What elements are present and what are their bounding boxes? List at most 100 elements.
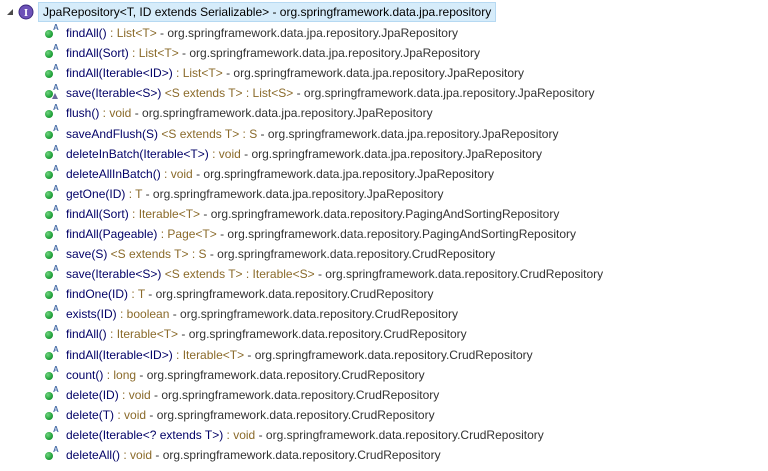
- public-method-icon: A: [44, 103, 60, 121]
- method-row[interactable]: A save(Iterable<S>) <S extends T> : List…: [0, 83, 768, 103]
- method-row[interactable]: A findAll(Sort) : List<T> - org.springfr…: [0, 43, 768, 63]
- method-declaring-type: - org.springframework.data.repository.Cr…: [144, 287, 434, 302]
- method-name: count(): [66, 367, 104, 382]
- method-row[interactable]: A delete(ID) : void - org.springframewor…: [0, 385, 768, 405]
- abstract-marker-icon: A: [53, 304, 59, 314]
- method-row[interactable]: A findAll(Pageable) : Page<T> - org.spri…: [0, 224, 768, 244]
- public-method-icon: A: [44, 344, 60, 363]
- method-declaring-type: - org.springframework.data.jpa.repositor…: [131, 106, 433, 121]
- method-declaring-type: - org.springframework.data.repository.Cr…: [169, 307, 458, 322]
- method-declaring-type: - org.springframework.data.repository.Cr…: [136, 367, 425, 382]
- method-row[interactable]: A findAll(Iterable<ID>) : List<T> - org.…: [0, 63, 768, 83]
- method-signature: : Page<T>: [157, 226, 217, 241]
- method-row[interactable]: A count() : long - org.springframework.d…: [0, 365, 768, 385]
- method-name: delete(Iterable<? extends T>): [66, 427, 224, 442]
- method-row[interactable]: A save(Iterable<S>) <S extends T> : Iter…: [0, 264, 768, 284]
- method-name: findAll(Sort): [66, 46, 129, 61]
- abstract-marker-icon: A: [53, 364, 59, 374]
- method-signature: <S extends T> : S: [107, 247, 207, 262]
- method-name: exists(ID): [66, 307, 117, 322]
- method-row[interactable]: A deleteAllInBatch() : void - org.spring…: [0, 164, 768, 184]
- abstract-marker-icon: A: [53, 324, 59, 334]
- method-signature: : T: [128, 287, 145, 302]
- public-method-icon: A: [44, 183, 60, 202]
- method-declaring-type: - org.springframework.data.jpa.repositor…: [178, 46, 480, 61]
- method-row[interactable]: A delete(Iterable<? extends T>) : void -…: [0, 425, 768, 445]
- method-declaring-type: - org.springframework.data.repository.Pa…: [200, 206, 560, 221]
- public-method-icon: A: [44, 224, 60, 242]
- method-name: save(S): [66, 247, 108, 262]
- abstract-marker-icon: A: [53, 183, 59, 193]
- abstract-marker-icon: A: [53, 384, 59, 394]
- method-name: findOne(ID): [66, 287, 129, 302]
- public-method-icon: A: [44, 424, 60, 443]
- abstract-marker-icon: A: [53, 143, 59, 153]
- method-row[interactable]: A findOne(ID) : T - org.springframework.…: [0, 284, 768, 304]
- method-declaring-type: - org.springframework.data.repository.Cr…: [314, 267, 604, 282]
- abstract-marker-icon: A: [53, 264, 59, 274]
- abstract-marker-icon: A: [53, 163, 59, 173]
- method-row[interactable]: A findAll(Sort) : Iterable<T> - org.spri…: [0, 204, 768, 224]
- method-signature: : T: [125, 186, 143, 201]
- method-declaring-type: - org.springframework.data.repository.Cr…: [152, 448, 441, 463]
- method-signature: : void: [120, 448, 153, 463]
- abstract-marker-icon: A: [53, 244, 59, 254]
- method-signature: : void: [160, 166, 193, 181]
- abstract-marker-icon: A: [53, 23, 59, 33]
- svg-text:I: I: [24, 7, 28, 19]
- method-declaring-type: - org.springframework.data.jpa.repositor…: [293, 86, 595, 101]
- abstract-marker-icon: A: [53, 103, 59, 113]
- method-declaring-type: - org.springframework.data.jpa.repositor…: [142, 186, 444, 201]
- method-name: saveAndFlush(S): [66, 126, 159, 141]
- method-signature: <S extends T> : Iterable<S>: [161, 267, 315, 282]
- abstract-marker-icon: A: [53, 63, 59, 73]
- tree-root-row[interactable]: I JpaRepository<T, ID extends Serializab…: [0, 2, 768, 22]
- abstract-marker-icon: A: [53, 404, 59, 414]
- method-name: save(Iterable<S>): [66, 267, 162, 282]
- method-name: findAll(Iterable<ID>): [66, 66, 173, 81]
- interface-icon: I: [18, 4, 34, 20]
- abstract-marker-icon: A: [53, 445, 59, 455]
- public-method-icon: A: [44, 384, 60, 403]
- method-declaring-type: - org.springframework.data.repository.Cr…: [146, 407, 435, 422]
- abstract-marker-icon: A: [53, 83, 59, 93]
- method-name: findAll(Iterable<ID>): [66, 347, 173, 362]
- method-row[interactable]: A delete(T) : void - org.springframework…: [0, 405, 768, 425]
- method-row[interactable]: A deleteAll() : void - org.springframewo…: [0, 445, 768, 465]
- method-row[interactable]: A findAll(Iterable<ID>) : Iterable<T> - …: [0, 345, 768, 365]
- method-declaring-type: - org.springframework.data.repository.Cr…: [150, 387, 440, 402]
- method-signature: : List<T>: [172, 66, 223, 81]
- method-row[interactable]: A getOne(ID) : T - org.springframework.d…: [0, 184, 768, 204]
- public-method-icon: A: [44, 143, 60, 162]
- public-method-icon: A: [44, 83, 60, 101]
- method-name: save(Iterable<S>): [66, 86, 162, 101]
- method-name: deleteAll(): [66, 448, 121, 463]
- abstract-marker-icon: A: [53, 424, 59, 434]
- collapse-arrow-icon[interactable]: [3, 2, 17, 22]
- method-row[interactable]: A findAll() : List<T> - org.springframew…: [0, 23, 768, 43]
- method-signature: : void: [223, 427, 256, 442]
- method-row[interactable]: A saveAndFlush(S) <S extends T> : S - or…: [0, 123, 768, 143]
- abstract-marker-icon: A: [53, 344, 59, 354]
- method-signature: : void: [114, 407, 147, 422]
- method-signature: : Iterable<T>: [172, 347, 245, 362]
- method-name: findAll(): [66, 327, 107, 342]
- method-name: delete(ID): [66, 387, 119, 402]
- method-declaring-type: - org.springframework.data.repository.Cr…: [244, 347, 533, 362]
- method-row[interactable]: A exists(ID) : boolean - org.springframe…: [0, 304, 768, 324]
- method-signature: : Iterable<T>: [128, 206, 201, 221]
- method-signature: <S extends T> : List<S>: [161, 86, 294, 101]
- abstract-marker-icon: A: [53, 123, 59, 133]
- method-row[interactable]: A deleteInBatch(Iterable<T>) : void - or…: [0, 144, 768, 164]
- outline-tree: I JpaRepository<T, ID extends Serializab…: [0, 0, 768, 471]
- public-method-icon: A: [44, 404, 60, 423]
- method-name: getOne(ID): [66, 186, 126, 201]
- public-method-icon: A: [44, 163, 60, 182]
- method-row[interactable]: A flush() : void - org.springframework.d…: [0, 103, 768, 123]
- method-row[interactable]: A findAll() : Iterable<T> - org.springfr…: [0, 324, 768, 344]
- method-row[interactable]: A save(S) <S extends T> : S - org.spring…: [0, 244, 768, 264]
- method-signature: : Iterable<T>: [106, 327, 179, 342]
- method-declaring-type: - org.springframework.data.jpa.repositor…: [192, 166, 494, 181]
- method-name: flush(): [66, 106, 100, 121]
- method-name: deleteInBatch(Iterable<T>): [66, 146, 209, 161]
